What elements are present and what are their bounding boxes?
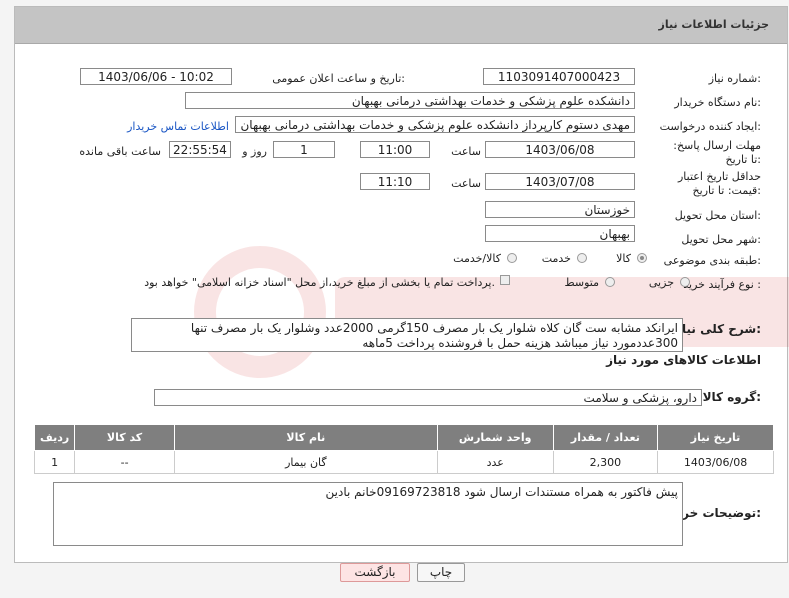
remaining-label: ساعت باقی مانده xyxy=(79,145,161,158)
table-row: 1 -- گان بیمار عدد 2,300 1403/06/08 xyxy=(33,450,774,474)
process-radio-minor[interactable] xyxy=(680,277,690,287)
announce-field: 1403/06/06 - 10:02 xyxy=(80,68,232,85)
goods-info-title: اطلاعات کالاهای مورد نیاز xyxy=(606,353,761,367)
back-button[interactable]: بازگشت xyxy=(340,563,410,582)
province-field: خوزستان xyxy=(485,201,635,218)
items-table: ردیف کد کالا نام کالا واحد شمارش تعداد /… xyxy=(33,424,774,474)
details-panel: جزئیات اطلاعات نیاز شماره نیاز: 11030914… xyxy=(14,6,789,563)
category-option-service: خدمت xyxy=(541,252,571,265)
category-radio-service[interactable] xyxy=(577,253,587,263)
days-field: 1 xyxy=(273,141,335,158)
buyer-org-label: نام دستگاه خریدار: xyxy=(674,96,761,109)
cell-row-number: 1 xyxy=(33,450,76,474)
creator-field: مهدی دستوم کارپرداز دانشکده علوم پزشکی و… xyxy=(235,116,635,133)
validity-label: حداقل تاریخ اعتبار قیمت: تا تاریخ: xyxy=(677,170,761,197)
category-option-goods: کالا xyxy=(616,252,631,265)
city-label: شهر محل تحویل: xyxy=(681,233,761,246)
deadline-time-label: ساعت xyxy=(451,145,481,158)
treasury-payment-checkbox[interactable] xyxy=(500,275,510,285)
description-field: ایرانکد مشابه ست گان کلاه شلوار یک بار م… xyxy=(131,318,683,352)
process-option-medium: متوسط xyxy=(564,276,599,289)
validity-time-field: 11:10 xyxy=(360,173,430,190)
col-header-unit: واحد شمارش xyxy=(436,424,554,451)
print-button[interactable]: چاپ xyxy=(417,563,465,582)
province-label: استان محل تحویل: xyxy=(674,209,761,222)
col-header-quantity: تعداد / مقدار xyxy=(552,424,659,451)
need-number-field: 1103091407000423 xyxy=(483,68,635,85)
cell-name: گان بیمار xyxy=(173,450,438,474)
need-number-label: شماره نیاز: xyxy=(708,72,761,85)
contact-buyer-link[interactable]: اطلاعات تماس خریدار xyxy=(127,120,229,133)
creator-label: ایجاد کننده درخواست: xyxy=(659,120,761,133)
deadline-date-field: 1403/06/08 xyxy=(485,141,635,158)
buyer-org-field: دانشکده علوم پزشکی و خدمات بهداشتی درمان… xyxy=(185,92,635,109)
process-label: نوع فرآیند خرید : xyxy=(683,278,761,291)
panel-header: جزئیات اطلاعات نیاز xyxy=(15,7,787,44)
validity-date-field: 1403/07/08 xyxy=(485,173,635,190)
category-label: طبقه بندی موضوعی: xyxy=(663,254,761,267)
cell-quantity: 2,300 xyxy=(552,450,659,474)
goods-group-label: گروه کالا: xyxy=(702,390,761,404)
process-radio-medium[interactable] xyxy=(605,277,615,287)
deadline-time-field: 11:00 xyxy=(360,141,430,158)
deadline-label: مهلت ارسال پاسخ: تا تاریخ: xyxy=(673,139,761,166)
category-option-goods-service: کالا/خدمت xyxy=(453,252,501,265)
category-radio-goods[interactable] xyxy=(637,253,647,263)
city-field: بهبهان xyxy=(485,225,635,242)
table-header-row: ردیف کد کالا نام کالا واحد شمارش تعداد /… xyxy=(33,424,774,451)
cell-code: -- xyxy=(74,450,175,474)
process-option-minor: جزیی xyxy=(648,276,674,289)
page-title: جزئیات اطلاعات نیاز xyxy=(658,18,770,31)
goods-group-field: دارو، پزشکی و سلامت xyxy=(154,389,702,406)
col-header-date: تاریخ نیاز xyxy=(657,424,774,451)
col-header-name: نام کالا xyxy=(173,424,438,451)
col-header-row-number: ردیف xyxy=(33,424,76,451)
category-radio-goods-service[interactable] xyxy=(507,253,517,263)
cell-date: 1403/06/08 xyxy=(657,450,774,474)
buyer-notes-field: پیش فاکتور به همراه مستندات ارسال شود 09… xyxy=(53,482,683,546)
description-label: شرح کلی نیاز: xyxy=(675,322,761,336)
days-label: روز و xyxy=(242,145,267,158)
announce-label: تاریخ و ساعت اعلان عمومی: xyxy=(272,72,405,85)
col-header-code: کد کالا xyxy=(74,424,175,451)
validity-time-label: ساعت xyxy=(451,177,481,190)
payment-note: پرداخت تمام یا بخشی از مبلغ خرید،از محل … xyxy=(144,276,495,289)
remaining-time-field: 22:55:54 xyxy=(169,141,231,158)
cell-unit: عدد xyxy=(436,450,554,474)
